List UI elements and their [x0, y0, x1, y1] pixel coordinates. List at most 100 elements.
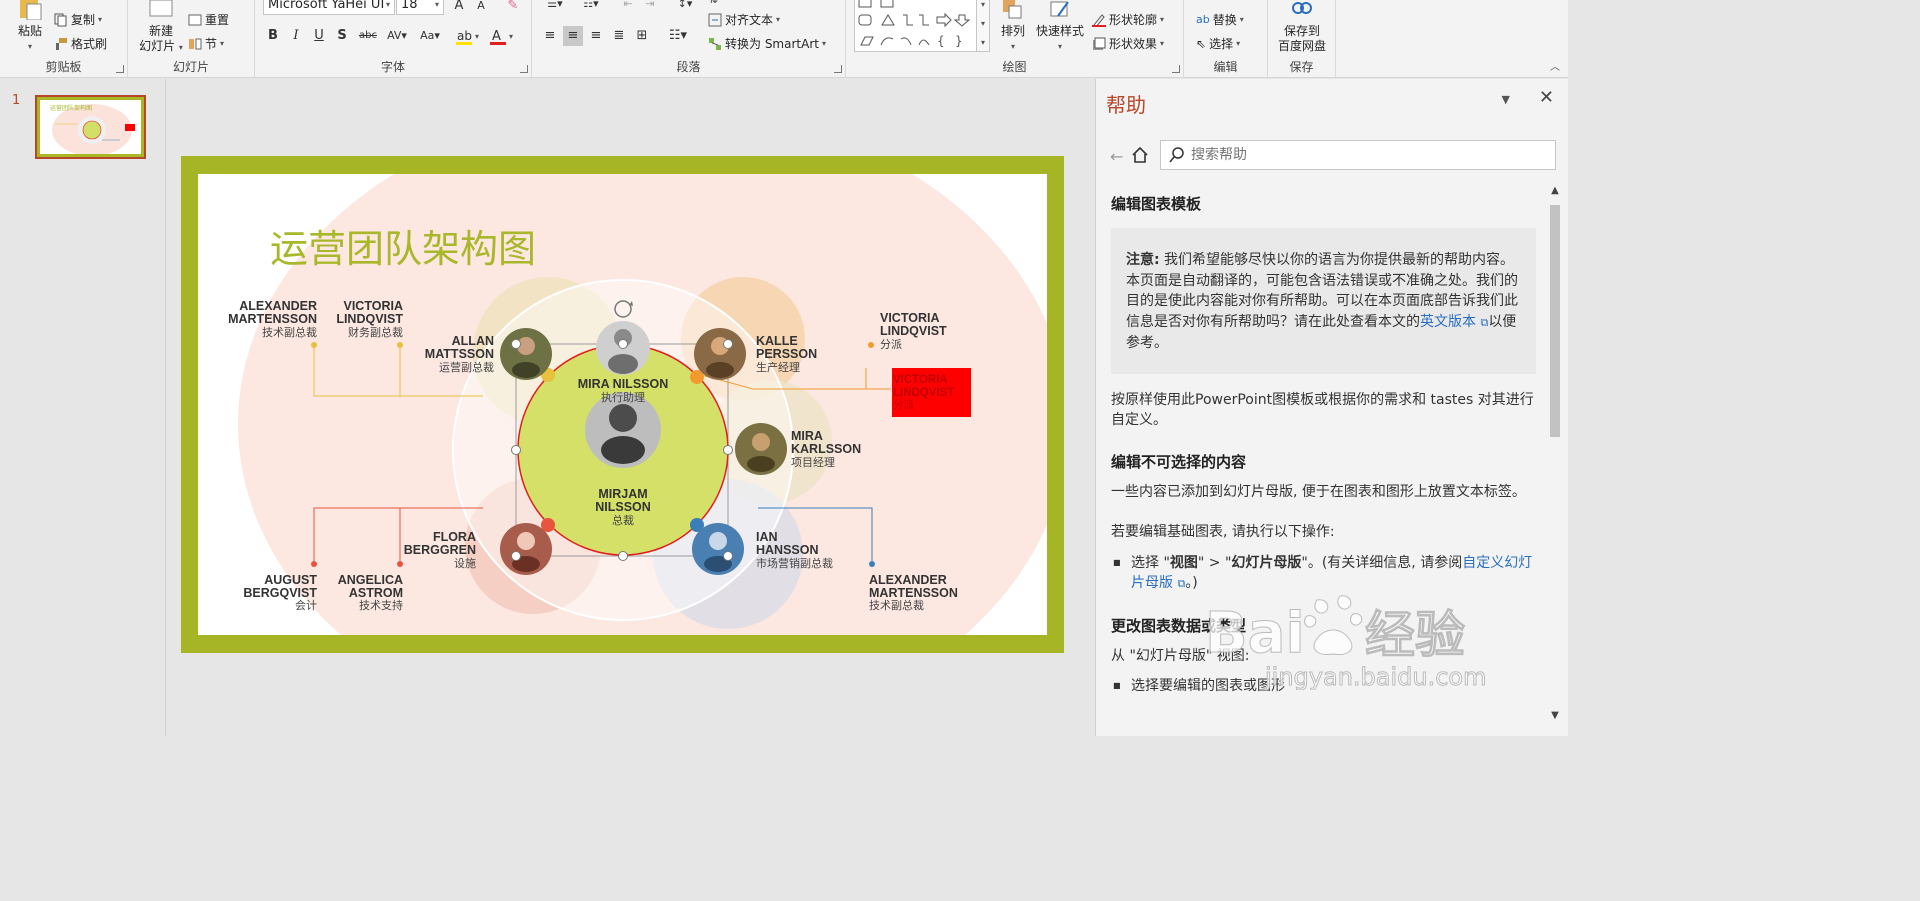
dot-alexander-top [311, 342, 317, 348]
slide[interactable]: 运营团队架构图 MIRA NILSSON 执行助理 MIRJAM NILSSON… [181, 156, 1064, 653]
replace-button[interactable]: ab 替换 ▾ [1196, 11, 1244, 28]
dot-victoria-top [397, 342, 403, 348]
text-direction-button[interactable]: ⇅ [708, 0, 718, 6]
shapes-gallery[interactable]: { } [854, 0, 986, 52]
reset-icon [188, 14, 202, 25]
align-center-button[interactable]: ≡ [563, 26, 583, 46]
shadow-button[interactable]: S [332, 26, 352, 46]
org-chart-diagram: 运营团队架构图 MIRA NILSSON 执行助理 MIRJAM NILSSON… [228, 174, 1047, 635]
scrollbar-thumb[interactable] [1550, 205, 1560, 437]
format-painter-button[interactable]: 格式刷 [54, 35, 107, 52]
dialog-launcher-icon[interactable] [116, 65, 124, 73]
help-search-input[interactable] [1191, 147, 1551, 163]
home-icon[interactable] [1130, 145, 1150, 168]
decrease-indent-button[interactable]: ⇤ [618, 0, 638, 14]
select-button[interactable]: ⇖ 选择 ▾ [1196, 35, 1240, 52]
slides-group-label: 幻灯片 [172, 60, 209, 74]
back-arrow-icon[interactable]: ← [1110, 147, 1123, 166]
shape-effects-button[interactable]: 形状效果 ▾ [1092, 35, 1164, 52]
slide-content: 运营团队架构图 MIRA NILSSON 执行助理 MIRJAM NILSSON… [198, 174, 1047, 635]
section-label: 节 [205, 37, 218, 51]
name-mira-karlsson-2: KARLSSON [791, 442, 861, 456]
shape-outline-label: 形状轮廓 [1109, 13, 1158, 27]
increase-indent-button[interactable]: ⇥ [640, 0, 660, 14]
dialog-launcher-icon[interactable] [520, 65, 528, 73]
name-mira-karlsson-1: MIRA [791, 429, 823, 443]
editing-group: ab 替换 ▾ ⇖ 选择 ▾ 编辑 [1184, 0, 1268, 78]
paste-icon [20, 0, 42, 21]
font-name-box[interactable]: Microsoft YaHei UI ▾ [263, 0, 395, 15]
distributed-button[interactable]: ⊞ [632, 26, 652, 46]
slide-thumbnail-graphic: 运营团队架构图 [50, 104, 135, 154]
shape-outline-button[interactable]: 形状轮廓 ▾ [1092, 11, 1164, 28]
arrange-icon [1003, 0, 1022, 19]
svg-text:▾: ▾ [475, 32, 479, 41]
replace-icon: ab [1196, 13, 1210, 26]
save-baidu-button[interactable]: 保存到 百度网盘 [1272, 0, 1332, 54]
scroll-up-icon[interactable]: ▲ [1548, 185, 1562, 196]
strikethrough-button[interactable]: abc [355, 26, 381, 46]
shape-effects-icon [1093, 37, 1106, 50]
close-icon[interactable]: ✕ [1539, 87, 1554, 108]
font-size-box[interactable]: 18 ▾ [396, 0, 444, 15]
bullets-button[interactable]: ☰▾ [540, 0, 570, 14]
english-version-link[interactable]: 英文版本 ⧉ [1420, 314, 1488, 330]
align-text-button[interactable]: 对齐文本 ▾ [708, 11, 780, 28]
reset-button[interactable]: 重置 [188, 11, 229, 28]
help-intro: 按原样使用此PowerPoint图模板或根据你的需求和 tastes 对其进行自… [1111, 391, 1534, 429]
save-baidu-label-1: 保存到 [1283, 24, 1320, 38]
editing-group-label: 编辑 [1213, 60, 1238, 74]
quick-styles-button[interactable]: 快速样式 ▾ [1034, 0, 1086, 54]
clear-format-button[interactable]: ✎ [503, 0, 523, 16]
help-scrollbar[interactable]: ▲ ▼ [1548, 183, 1562, 721]
pane-options-chevron-icon[interactable]: ▼ [1502, 93, 1510, 106]
highlight-button[interactable]: ab ▾ [453, 26, 483, 46]
justify-button[interactable]: ≣ [609, 26, 629, 46]
grow-font-button[interactable]: A [449, 0, 469, 16]
role-victoria-top: 财务副总裁 [348, 325, 403, 339]
font-color-button[interactable]: A ▾ [487, 26, 517, 46]
role-kalle: 生产经理 [756, 360, 800, 374]
shrink-font-button[interactable]: A [471, 0, 491, 16]
help-search-box[interactable] [1160, 140, 1556, 170]
section-button[interactable]: 节 ▾ [188, 35, 224, 52]
dialog-launcher-icon[interactable] [1172, 65, 1180, 73]
columns-button[interactable]: ☷▾ [664, 26, 692, 46]
slide-thumbnail[interactable]: 运营团队架构图 [35, 95, 146, 159]
align-left-button[interactable]: ≡ [540, 26, 560, 46]
dialog-launcher-icon[interactable] [834, 65, 842, 73]
role-august: 会计 [295, 599, 317, 612]
photo-flora-berggren [500, 523, 552, 575]
select-label: 选择 [1209, 37, 1234, 51]
role-angelica: 技术支持 [359, 598, 403, 612]
change-case-button[interactable]: Aa▾ [415, 26, 445, 46]
numbering-button[interactable]: ☷▾ [576, 0, 606, 14]
clipboard-group: 粘贴 ▾ 复制 ▾ 格式刷 剪贴板 [0, 0, 128, 78]
arrange-button[interactable]: 排列 ▾ [996, 0, 1030, 54]
bold-button[interactable]: B [263, 26, 283, 46]
scroll-down-icon[interactable]: ▼ [1548, 710, 1562, 721]
italic-button[interactable]: I [286, 26, 306, 46]
photo-kalle-persson [694, 328, 746, 380]
help-heading: 编辑图表模板 [1111, 195, 1202, 213]
char-spacing-button[interactable]: AV▾ [382, 26, 412, 46]
underline-button[interactable]: U [309, 26, 329, 46]
slides-group: 新建 幻灯片 ▾ 重置 节 ▾ 幻灯片 [128, 0, 255, 78]
name-victoria-right-2: LINDQVIST [880, 324, 947, 338]
new-slide-button[interactable]: 新建 幻灯片 ▾ [134, 0, 188, 55]
align-right-button[interactable]: ≡ [586, 26, 606, 46]
slide-title: 运营团队架构图 [270, 227, 536, 271]
convert-smartart-button[interactable]: 转换为 SmartArt ▾ [708, 35, 826, 52]
name-allan-1: ALLAN [452, 334, 494, 348]
line-spacing-button[interactable]: ↕▾ [672, 0, 698, 14]
copy-label: 复制 [71, 13, 96, 27]
role-victoria-right: 分派 [880, 338, 902, 351]
align-text-icon [708, 13, 722, 26]
translation-note: 注意: 我们希望能够尽快以你的语言为你提供最新的帮助内容。本页面是自动翻译的，可… [1111, 228, 1536, 374]
copy-button[interactable]: 复制 ▾ [54, 11, 102, 28]
gallery-scroll[interactable]: ▾ ▾ ▾ [976, 0, 990, 52]
collapse-ribbon-icon[interactable]: ︿ [1550, 58, 1560, 73]
paste-button[interactable]: 粘贴 ▾ [12, 0, 48, 54]
slide-thumbnail-preview: 运营团队架构图 [40, 100, 141, 154]
highlighter-icon: ab ▾ [456, 29, 479, 45]
